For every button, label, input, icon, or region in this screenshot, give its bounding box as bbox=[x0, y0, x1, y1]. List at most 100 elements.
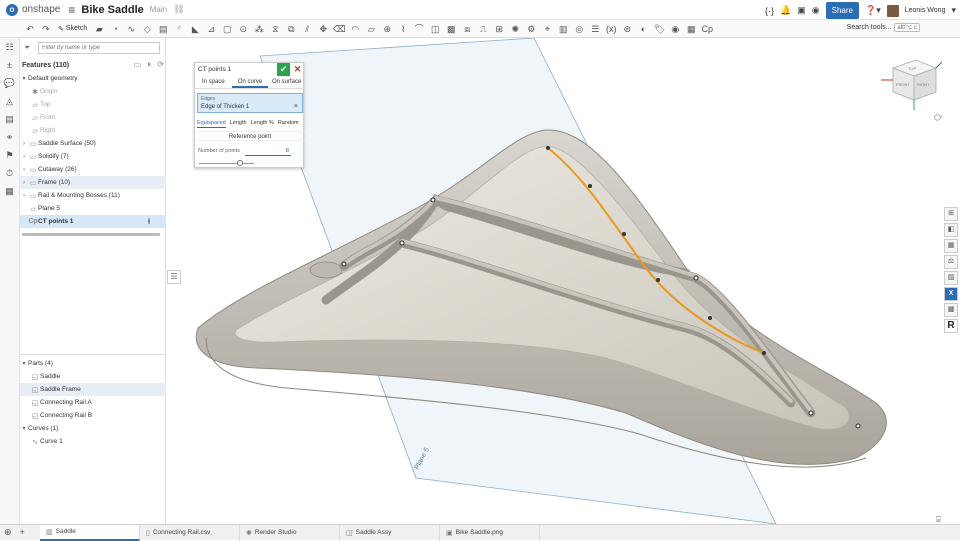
user-avatar[interactable] bbox=[886, 4, 899, 17]
pause-icon[interactable]: ⏸ bbox=[147, 60, 151, 70]
chevron-right-icon[interactable]: › bbox=[20, 167, 28, 173]
user-name[interactable]: Leonis Wong bbox=[905, 7, 946, 14]
split-icon[interactable]: ⫽ bbox=[299, 22, 315, 36]
cancel-button[interactable]: ✕ bbox=[292, 63, 303, 76]
appearance-icon[interactable]: ◐ bbox=[635, 22, 651, 36]
curve-item[interactable]: ∿ Curve 1 bbox=[20, 435, 166, 448]
notification-bell-icon[interactable]: 🔔 bbox=[780, 5, 791, 16]
feature-rail-bosses[interactable]: › ▭ Rail & Mounting Bosses (11) bbox=[20, 189, 166, 202]
variables-icon[interactable]: {·} bbox=[765, 6, 774, 16]
ct-point[interactable] bbox=[708, 316, 712, 320]
thicken-icon[interactable]: ▤ bbox=[155, 22, 171, 36]
section-view-icon[interactable]: ▥ bbox=[555, 22, 571, 36]
feature-right[interactable]: ▱ Right bbox=[20, 124, 166, 137]
vertex-point[interactable] bbox=[399, 240, 405, 246]
feature-plane-5[interactable]: ▱ Plane 5 bbox=[20, 202, 166, 215]
ct-icon[interactable]: Cp bbox=[699, 22, 715, 36]
chevron-down-icon[interactable]: ▾ bbox=[20, 75, 28, 82]
fillet-icon[interactable]: ◜ bbox=[171, 22, 187, 36]
ct-point[interactable] bbox=[588, 184, 592, 188]
document-title[interactable]: Bike Saddle bbox=[81, 4, 143, 16]
feature-cutaway[interactable]: › ▭ Cutaway (26) bbox=[20, 163, 166, 176]
frame-icon[interactable]: ⊞ bbox=[491, 22, 507, 36]
redo-icon[interactable]: ↷ bbox=[38, 22, 54, 36]
rollback-bar[interactable] bbox=[22, 233, 160, 236]
chevron-right-icon[interactable]: › bbox=[20, 141, 28, 147]
tab-render-studio[interactable]: ✺ Render Studio bbox=[240, 524, 340, 541]
boolean-icon[interactable]: ⧉ bbox=[283, 22, 299, 36]
learning-icon[interactable]: ▣ bbox=[797, 5, 806, 16]
feature-solidify[interactable]: › ▭ Solidify (7) bbox=[20, 150, 166, 163]
loft-icon[interactable]: ◇ bbox=[139, 22, 155, 36]
part-item[interactable]: ◱ Connecting Rail B bbox=[20, 409, 166, 422]
mirror-icon[interactable]: ⧖ bbox=[267, 22, 283, 36]
vertex-point[interactable] bbox=[855, 423, 861, 429]
feature-saddle-surface[interactable]: › ▭ Saddle Surface (50) bbox=[20, 137, 166, 150]
feature-top[interactable]: ▱ Top bbox=[20, 98, 166, 111]
camera-icon[interactable]: ⌸ bbox=[936, 515, 941, 524]
tab-on-curve[interactable]: On curve bbox=[231, 77, 269, 88]
feature-front[interactable]: ▱ Front bbox=[20, 111, 166, 124]
mode-length-percent[interactable]: Length % bbox=[251, 118, 274, 128]
tab-on-surface[interactable]: On surface bbox=[268, 77, 305, 88]
extrude-icon[interactable]: ▰ bbox=[91, 22, 107, 36]
ct-point[interactable] bbox=[622, 232, 626, 236]
chevron-down-icon[interactable]: ▾ bbox=[951, 5, 956, 16]
share-button[interactable]: Share bbox=[825, 2, 859, 19]
rebuild-icon[interactable]: ⟳ bbox=[157, 60, 164, 70]
curve-icon[interactable]: ⌒ bbox=[411, 22, 427, 36]
transform-icon[interactable]: ✥ bbox=[315, 22, 331, 36]
feature-list-icon[interactable]: ☷ bbox=[0, 38, 19, 56]
delete-part-icon[interactable]: ⌫ bbox=[331, 22, 347, 36]
bom-icon[interactable]: ⚑ bbox=[0, 146, 19, 164]
revolve-icon[interactable]: ◔ bbox=[107, 22, 123, 36]
parts-header[interactable]: ▾ Parts (4) bbox=[20, 357, 166, 370]
part-item[interactable]: ◱ Saddle Frame bbox=[20, 383, 166, 396]
search-tools[interactable]: Search tools... alt/⌥ c bbox=[847, 23, 920, 32]
properties-icon[interactable]: ▤ bbox=[0, 110, 19, 128]
render-icon[interactable]: ✺ bbox=[507, 22, 523, 36]
chevron-down-icon[interactable]: ▾ bbox=[20, 425, 28, 432]
clear-selection-icon[interactable]: × bbox=[294, 103, 298, 110]
box-view-icon[interactable]: ▦ bbox=[683, 22, 699, 36]
plane-icon[interactable]: ▱ bbox=[363, 22, 379, 36]
hamburger-menu-icon[interactable]: ≡ bbox=[68, 3, 75, 17]
display-states-icon[interactable]: ☰ bbox=[587, 22, 603, 36]
accept-button[interactable]: ✔ bbox=[277, 63, 290, 76]
part-item[interactable]: ◱ Connecting Rail A bbox=[20, 396, 166, 409]
shell-icon[interactable]: ▢ bbox=[219, 22, 235, 36]
sketch-button[interactable]: ✎ Sketch bbox=[58, 25, 87, 33]
mode-equispaced[interactable]: Equispaced bbox=[197, 118, 226, 128]
named-views-icon[interactable]: ◎ bbox=[571, 22, 587, 36]
view-options-icon[interactable]: ⬡▾ bbox=[934, 113, 942, 122]
reference-point-field[interactable]: Reference point bbox=[195, 131, 305, 141]
variable-icon[interactable]: (x) bbox=[603, 22, 619, 36]
app-store-icon[interactable]: ◉ bbox=[812, 5, 820, 16]
branch-label[interactable]: Main bbox=[150, 5, 167, 14]
sheet-metal-icon[interactable]: ⎍ bbox=[475, 22, 491, 36]
table-icon[interactable]: ▦ bbox=[0, 182, 19, 200]
configuration-icon[interactable]: ⊜ bbox=[619, 22, 635, 36]
folder-add-icon[interactable]: ▭ bbox=[134, 60, 142, 70]
ct-point[interactable] bbox=[546, 146, 550, 150]
fill-icon[interactable]: ▩ bbox=[443, 22, 459, 36]
configurations-icon[interactable]: ⊞ bbox=[944, 207, 958, 221]
chevron-right-icon[interactable]: › bbox=[20, 193, 28, 199]
points-slider-handle[interactable] bbox=[237, 160, 244, 166]
link-icon[interactable]: ⛓ bbox=[173, 4, 184, 15]
tab-saddle-assy[interactable]: ◫ Saddle Assy bbox=[340, 524, 440, 541]
chevron-down-icon[interactable]: ▾ bbox=[20, 360, 28, 367]
mode-random[interactable]: Random bbox=[278, 118, 299, 128]
vertex-point[interactable] bbox=[808, 410, 814, 416]
r-app-icon[interactable]: R bbox=[944, 319, 958, 333]
modify-fillet-icon[interactable]: ◠ bbox=[347, 22, 363, 36]
help-icon[interactable]: ❓▾ bbox=[865, 5, 881, 16]
feature-default-geometry[interactable]: ▾ Default geometry bbox=[20, 72, 166, 85]
mode-length[interactable]: Length bbox=[230, 118, 247, 128]
vertex-point[interactable] bbox=[341, 261, 347, 267]
add-tab-icon[interactable]: + bbox=[20, 527, 25, 538]
pattern-icon[interactable]: ⁂ bbox=[251, 22, 267, 36]
variables-panel-icon[interactable]: ▦ bbox=[944, 239, 958, 253]
tab-in-space[interactable]: In space bbox=[195, 77, 232, 88]
tab-bike-saddle-png[interactable]: ▣ Bike Saddle.png bbox=[440, 524, 540, 541]
